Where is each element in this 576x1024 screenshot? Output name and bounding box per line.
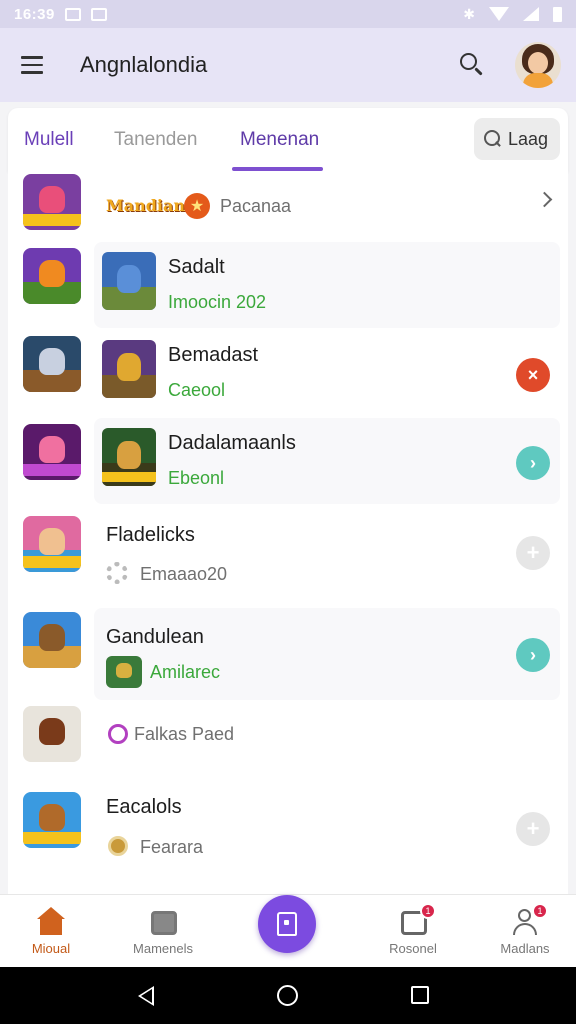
- box-icon: [148, 907, 178, 937]
- list-item[interactable]: Gandulean Amilarec ›: [8, 606, 568, 702]
- language-button-label: Laag: [508, 128, 549, 149]
- add-action-icon[interactable]: +: [516, 536, 550, 570]
- list-item[interactable]: Mandian ★ Pacanaa: [8, 172, 568, 242]
- bottom-navigation: Mioual Mamenels 1 Rosonel 1 Madlans: [0, 894, 576, 967]
- list-item-subtitle: Falkas Paed: [134, 724, 235, 744]
- signal-icon: [523, 7, 539, 21]
- system-navigation-bar: [0, 967, 576, 1024]
- game-thumbnail: [23, 336, 81, 392]
- box-icon: 1: [398, 903, 436, 937]
- hamburger-menu-icon[interactable]: [0, 28, 64, 102]
- list-item-subtitle: Caeool: [168, 380, 226, 400]
- game-thumbnail: [102, 252, 156, 310]
- list-item[interactable]: Dadalamaanls Ebeonl ›: [8, 418, 568, 506]
- list-item[interactable]: Falkas Paed: [8, 702, 568, 790]
- status-bar: 16:39 ✱: [0, 0, 576, 28]
- list-item[interactable]: Sadalt Imoocin 202: [8, 242, 568, 330]
- nav-item-label: Mioual: [31, 941, 71, 956]
- nav-item-label: Madlans: [500, 941, 550, 956]
- nav-item-rosonel[interactable]: 1 Rosonel: [358, 895, 468, 968]
- add-action-icon[interactable]: +: [516, 812, 550, 846]
- tab-selected-indicator: [232, 167, 323, 171]
- nav-item-label: Mamenels: [133, 941, 193, 956]
- nav-item-madlans[interactable]: 1 Madlans: [470, 895, 576, 968]
- bulb-icon: [108, 836, 128, 856]
- recent-apps-icon[interactable]: [411, 986, 429, 1004]
- home-icon: [36, 907, 66, 937]
- tab-tanenden[interactable]: Tanenden: [114, 108, 197, 172]
- game-card[interactable]: Sadalt Imoocin 202: [94, 242, 560, 328]
- nav-item-mamenels[interactable]: Mamenels: [108, 895, 218, 968]
- list-item-title: Dadalamaanls: [168, 432, 296, 454]
- status-time: 16:39: [14, 5, 55, 23]
- back-icon[interactable]: [138, 986, 154, 1006]
- home-circle-icon[interactable]: [277, 985, 298, 1006]
- game-thumbnail: [23, 792, 81, 848]
- game-thumbnail: [23, 424, 81, 480]
- wifi-icon: [489, 7, 509, 21]
- gear-icon: [106, 562, 128, 584]
- ring-icon: [108, 724, 128, 744]
- game-card[interactable]: Fladelicks Emaaao20 +: [94, 506, 560, 604]
- tab-bar: Mulell Tanenden Menenan Laag: [8, 108, 568, 172]
- list-item-subtitle: Imoocin 202: [168, 292, 267, 312]
- game-card[interactable]: Dadalamaanls Ebeonl ›: [94, 418, 560, 504]
- chevron-right-icon[interactable]: [536, 191, 553, 208]
- chevron-right-icon[interactable]: ›: [516, 638, 550, 672]
- list-item[interactable]: Bemadast Caeool ×: [8, 330, 568, 418]
- list-item[interactable]: Eacalols Fearara +: [8, 786, 568, 890]
- list-item-subtitle: Fearara: [140, 837, 204, 857]
- list-item-subtitle: Emaaao20: [140, 564, 228, 584]
- center-action-button[interactable]: [258, 895, 316, 953]
- game-thumbnail: [106, 656, 142, 688]
- list-item-title: Eacalols: [106, 796, 182, 818]
- list-item-title: Fladelicks: [106, 524, 195, 546]
- tab-mulell[interactable]: Mulell: [24, 108, 74, 172]
- user-avatar-icon[interactable]: [515, 42, 561, 88]
- nav-item-home[interactable]: Mioual: [0, 895, 106, 968]
- game-card[interactable]: Gandulean Amilarec ›: [94, 608, 560, 700]
- list-item-title: Bemadast: [168, 344, 259, 366]
- notification-badge: 1: [420, 903, 436, 919]
- battery-icon: [553, 6, 562, 22]
- bluetooth-icon: ✱: [463, 5, 475, 22]
- game-thumbnail: [23, 248, 81, 304]
- list-item-title: Gandulean: [106, 626, 204, 648]
- game-thumbnail: [23, 706, 81, 762]
- list-item-title: Sadalt: [168, 256, 225, 278]
- game-thumbnail: [23, 516, 81, 572]
- chevron-right-icon[interactable]: ›: [516, 446, 550, 480]
- list-item-subtitle: Ebeonl: [168, 468, 225, 488]
- nav-item-label: Rosonel: [389, 941, 437, 956]
- list-item[interactable]: Fladelicks Emaaao20 +: [8, 506, 568, 606]
- remove-action-icon[interactable]: ×: [516, 358, 550, 392]
- notification-badge: 1: [532, 903, 548, 919]
- list-item-subtitle: Pacanaa: [220, 196, 292, 216]
- list-item-subtitle: Amilarec: [150, 662, 221, 682]
- user-icon: 1: [510, 903, 548, 937]
- language-search-button[interactable]: Laag: [474, 118, 560, 160]
- game-thumbnail: [102, 340, 156, 398]
- app-title: Angnlalondia: [80, 52, 208, 77]
- search-icon: [484, 130, 502, 148]
- game-list[interactable]: Mandian ★ Pacanaa Sadalt Imoocin 202 Bem…: [8, 172, 568, 894]
- image-notification-icon: [90, 7, 107, 21]
- game-thumbnail: [102, 428, 156, 486]
- search-icon[interactable]: [456, 50, 488, 82]
- tab-menenan[interactable]: Menenan: [240, 108, 319, 172]
- star-badge-icon: ★: [184, 193, 210, 219]
- game-banner-text: Mandian: [106, 196, 185, 215]
- center-action-icon: [277, 912, 297, 936]
- gallery-notification-icon: [64, 7, 81, 21]
- game-card[interactable]: Eacalols Fearara +: [94, 786, 560, 886]
- game-card[interactable]: Bemadast Caeool ×: [94, 330, 560, 416]
- app-bar: Angnlalondia: [0, 28, 576, 102]
- game-thumbnail: [23, 174, 81, 230]
- game-thumbnail: [23, 612, 81, 668]
